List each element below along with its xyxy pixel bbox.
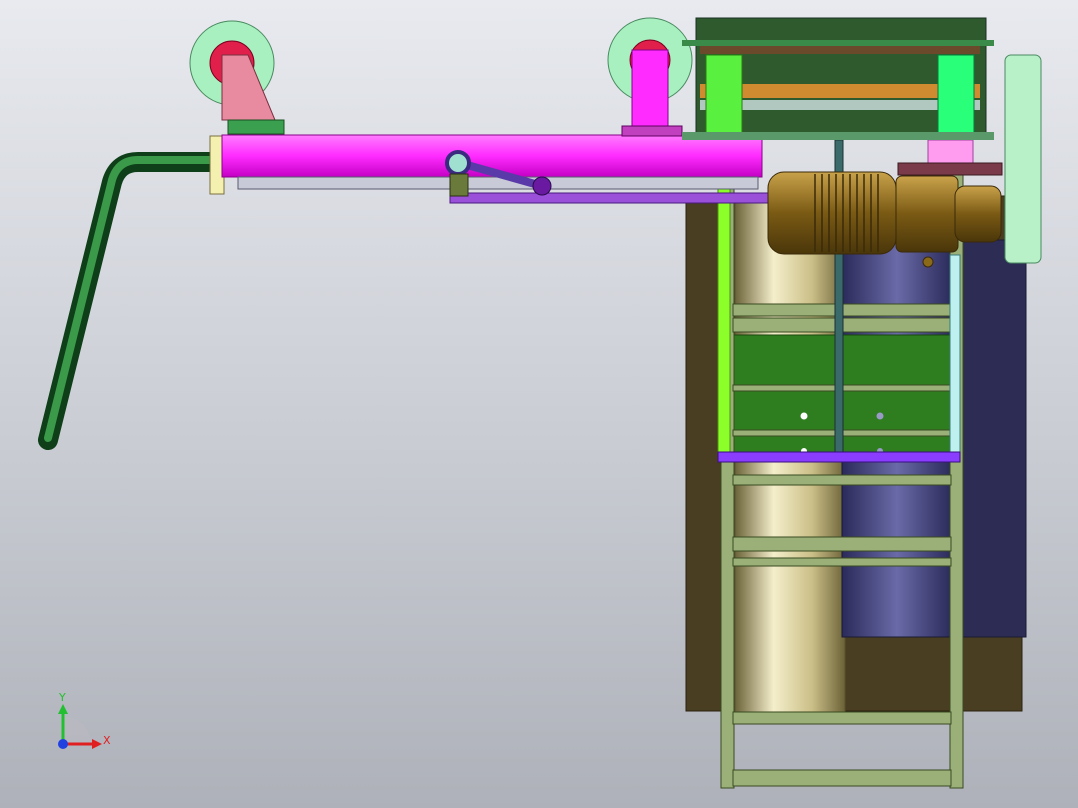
triad-y-arrow	[58, 704, 68, 714]
beam-underrail[interactable]	[237, 176, 759, 190]
panel-bolt	[876, 412, 884, 420]
gearbox-top-plate[interactable]	[897, 162, 1003, 176]
roller-end-right[interactable]	[937, 54, 975, 134]
caster-plate-right[interactable]	[621, 125, 683, 137]
assembly-model[interactable]: Y X	[0, 0, 1078, 808]
gearbox[interactable]	[895, 175, 959, 253]
lever-support[interactable]	[449, 173, 469, 197]
triad-y-label: Y	[58, 691, 66, 704]
green-pipe-highlight	[44, 156, 216, 442]
roller-frame-top	[682, 40, 994, 46]
triad-z-dot	[58, 739, 68, 749]
caster-bracket-right[interactable]	[631, 49, 669, 129]
lever-pivot[interactable]	[445, 150, 471, 176]
triad-x-arrow	[92, 739, 102, 749]
panel-bolt	[800, 412, 808, 420]
motor-body[interactable]	[767, 171, 897, 255]
green-pipe[interactable]	[38, 152, 222, 450]
gearbox-flange[interactable]	[954, 185, 1002, 243]
pink-block[interactable]	[927, 139, 974, 165]
caster-plate[interactable]	[227, 119, 285, 135]
axis-triad-icon: Y X	[58, 691, 111, 749]
lever-knob[interactable]	[532, 176, 552, 196]
pulley-cover[interactable]	[1004, 54, 1042, 264]
cyan-rod[interactable]	[949, 254, 961, 456]
purple-rail[interactable]	[449, 192, 771, 204]
drain-bolt	[922, 256, 934, 268]
triad-sector	[63, 716, 91, 744]
triad-x-label: X	[103, 734, 111, 747]
roller-frame-bottom	[682, 132, 994, 140]
cad-viewport[interactable]: Y X	[0, 0, 1078, 808]
purple-crossbar[interactable]	[717, 451, 961, 463]
roller-end-left[interactable]	[705, 54, 743, 134]
